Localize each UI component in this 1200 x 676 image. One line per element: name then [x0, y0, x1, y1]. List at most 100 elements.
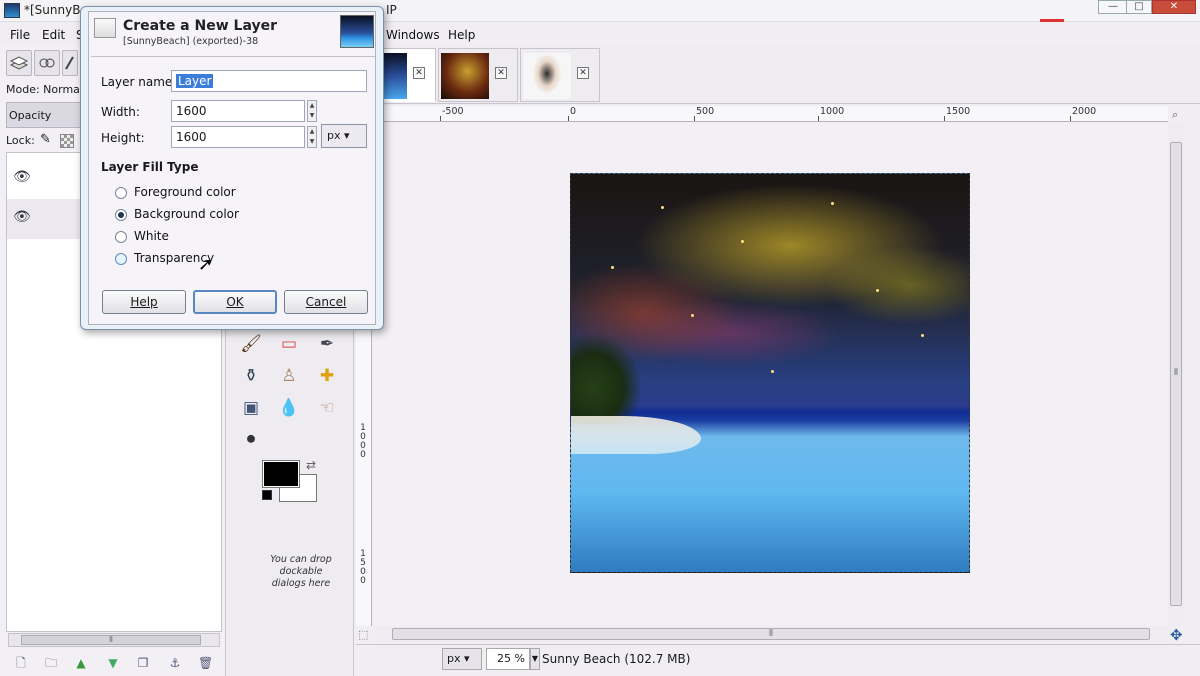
zoom-field[interactable]: 25 % — [486, 648, 530, 670]
ruler-label: -500 — [442, 106, 464, 117]
tab-layers[interactable] — [6, 50, 32, 76]
eye-icon[interactable]: 👁 — [13, 209, 33, 229]
lower-layer-icon[interactable]: ▼ — [106, 656, 120, 670]
image-canvas[interactable] — [570, 173, 970, 573]
width-input[interactable]: 1600 — [171, 100, 305, 122]
star — [661, 206, 664, 209]
ruler-tick — [944, 116, 945, 121]
eye-icon[interactable]: 👁 — [13, 169, 33, 189]
height-spinner-icon[interactable]: ▲ ▼ — [307, 126, 317, 148]
quick-mask-icon[interactable]: ⬚ — [358, 628, 368, 641]
image-thumbnail — [523, 53, 571, 99]
layer-name-input[interactable]: Layer — [171, 70, 367, 92]
dodge-burn-tool-icon[interactable]: ⚫ — [240, 429, 262, 451]
size-unit-select[interactable]: px ▾ — [321, 124, 367, 148]
tab-close-icon[interactable]: ✕ — [413, 67, 425, 79]
tab-close-icon[interactable]: ✕ — [577, 67, 589, 79]
image-tab-nebula[interactable]: ✕ — [438, 48, 518, 102]
ink-tool-icon[interactable]: ⚱ — [240, 365, 262, 387]
cancel-button[interactable]: Cancel — [284, 290, 368, 314]
delete-layer-icon[interactable]: 🗑 — [198, 656, 213, 670]
paths-icon — [65, 56, 74, 70]
dialog-body: Create a New Layer [SunnyBeach] (exporte… — [88, 11, 376, 325]
status-bar: px ▾ 25 % ▼ Sunny Beach (102.7 MB) — [356, 644, 1200, 674]
new-layer-dialog: Create a New Layer [SunnyBeach] (exporte… — [80, 6, 384, 330]
airbrush-tool-icon[interactable]: ✒ — [316, 333, 338, 355]
fill-foreground-radio[interactable] — [115, 187, 127, 199]
fill-white-radio[interactable] — [115, 231, 127, 243]
paintbrush-tool-icon[interactable]: 🖌 — [240, 333, 262, 355]
heal-tool-icon[interactable]: ✚ — [316, 365, 338, 387]
perspective-clone-icon[interactable]: ▣ — [240, 397, 262, 419]
foreground-color-swatch[interactable] — [262, 460, 300, 488]
maximize-button[interactable]: □ — [1126, 0, 1152, 14]
star — [831, 202, 834, 205]
lock-pixels-icon[interactable]: ✎ — [40, 132, 51, 147]
help-button[interactable]: Help — [102, 290, 186, 314]
new-group-icon[interactable]: 🗀 — [44, 656, 58, 670]
ruler-tick — [568, 116, 569, 121]
ruler-tick — [818, 116, 819, 121]
zoom-corner-icon[interactable]: ⌕ — [1172, 108, 1178, 122]
width-spinner-icon[interactable]: ▲ ▼ — [307, 100, 317, 122]
opacity-label: Opacity — [9, 109, 52, 122]
new-layer-icon[interactable]: 🗋 — [14, 656, 28, 670]
taskbar-accent — [1040, 19, 1064, 22]
width-label: Width: — [101, 105, 140, 119]
clone-tool-icon[interactable]: ♙ — [278, 365, 300, 387]
menu-windows[interactable]: Windows — [386, 28, 440, 42]
horizontal-scroll-thumb[interactable]: ⦀ — [392, 628, 1150, 640]
status-text: Sunny Beach (102.7 MB) — [542, 652, 691, 666]
dialog-title: Create a New Layer — [123, 18, 277, 34]
tab-channels[interactable] — [34, 50, 60, 76]
tab-paths[interactable] — [62, 50, 78, 76]
channels-icon — [39, 58, 55, 68]
ruler-label: 0 — [570, 106, 577, 117]
reset-colors-icon[interactable] — [262, 490, 272, 500]
fill-background-radio[interactable] — [115, 209, 127, 221]
vertical-scroll-thumb[interactable]: ⦀ — [1170, 142, 1182, 606]
ruler-tick — [1070, 116, 1071, 121]
horizontal-scrollbar[interactable]: ⦀ — [376, 626, 1168, 642]
ruler-label: 2000 — [1072, 106, 1097, 117]
minimize-button[interactable]: — — [1098, 0, 1128, 14]
star — [611, 266, 614, 269]
blur-tool-icon[interactable]: 💧 — [278, 397, 300, 419]
fill-background-label[interactable]: Background color — [134, 207, 239, 221]
close-button[interactable]: ✕ — [1152, 0, 1196, 14]
app-icon — [4, 3, 20, 18]
lock-label: Lock: — [6, 134, 35, 147]
navigate-icon[interactable]: ✥ — [1170, 626, 1183, 644]
smudge-tool-icon[interactable]: ☜ — [316, 397, 338, 419]
star — [771, 370, 774, 373]
menu-file[interactable]: File — [10, 28, 30, 42]
swap-colors-icon[interactable]: ⇄ — [306, 458, 316, 472]
fill-white-label[interactable]: White — [134, 229, 169, 243]
tab-close-icon[interactable]: ✕ — [495, 67, 507, 79]
canvas-area[interactable] — [373, 123, 1167, 625]
mode-label[interactable]: Mode: Normal — [6, 83, 83, 96]
fill-type-heading: Layer Fill Type — [101, 160, 199, 174]
layers-horizontal-scrollbar[interactable]: ⦀ — [8, 633, 220, 647]
menu-edit[interactable]: Edit — [42, 28, 65, 42]
lock-alpha-icon[interactable] — [60, 134, 74, 148]
eraser-tool-icon[interactable]: ▭ — [278, 333, 300, 355]
ruler-label: 500 — [696, 106, 715, 117]
anchor-layer-icon[interactable]: ⚓ — [168, 656, 182, 670]
layers-scroll-thumb[interactable]: ⦀ — [21, 635, 201, 645]
duplicate-layer-icon[interactable]: ❐ — [136, 656, 150, 670]
ok-button[interactable]: OK — [193, 290, 277, 314]
fill-transparency-radio[interactable] — [115, 253, 127, 265]
image-preview — [340, 15, 374, 48]
raise-layer-icon[interactable]: ▲ — [74, 656, 88, 670]
unit-select[interactable]: px ▾ — [442, 648, 482, 670]
image-tab-portrait[interactable]: ✕ — [520, 48, 600, 102]
ruler-label: 1500 — [360, 549, 366, 586]
vertical-scrollbar[interactable]: ⦀ — [1168, 122, 1184, 626]
zoom-dropdown-icon[interactable]: ▼ — [530, 648, 540, 670]
image-tabs: ✕ ✕ ✕ — [356, 46, 1200, 104]
menu-help[interactable]: Help — [448, 28, 475, 42]
height-input[interactable]: 1600 — [171, 126, 305, 148]
fill-foreground-label[interactable]: Foreground color — [134, 185, 236, 199]
layers-icon — [9, 56, 29, 70]
